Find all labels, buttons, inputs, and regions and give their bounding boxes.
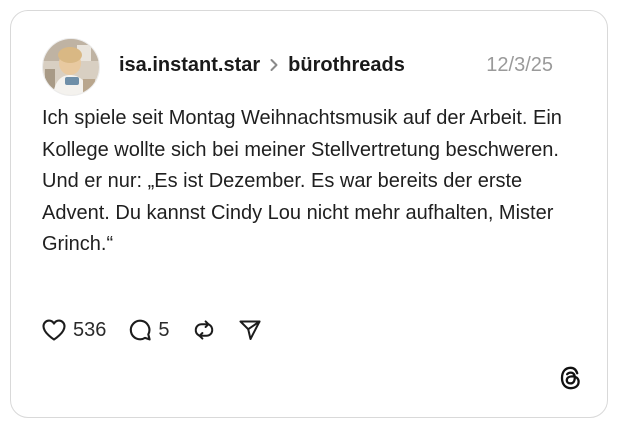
action-bar: 536 5 [41,315,262,345]
speech-bubble-icon [128,318,152,342]
heart-icon [41,318,67,342]
reply-button[interactable]: 5 [128,315,170,345]
community-link[interactable]: bürothreads [288,54,405,77]
post-text: Ich spiele seit Montag Weihnachtsmusik a… [42,107,562,255]
send-icon [238,318,262,342]
post-card: isa.instant.star bürothreads 12/3/25 Ich… [10,10,608,418]
reply-count: 5 [158,318,170,341]
repost-button[interactable] [192,315,216,345]
repost-icon [192,318,216,342]
like-button[interactable]: 536 [41,315,106,345]
share-button[interactable] [238,315,262,345]
chevron-right-icon [269,58,279,72]
post-date: 12/3/25 [486,54,553,76]
avatar-image [43,39,99,95]
avatar[interactable] [42,38,100,96]
username-link[interactable]: isa.instant.star [119,54,260,77]
post-header: isa.instant.star bürothreads [119,51,405,79]
like-count: 536 [73,318,107,341]
threads-logo-icon [558,365,584,391]
